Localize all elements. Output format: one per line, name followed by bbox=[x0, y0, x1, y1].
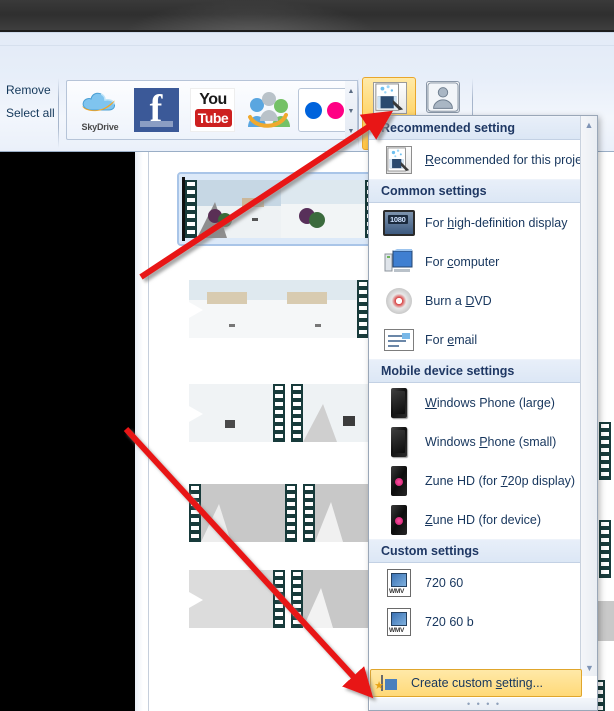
menu-item-label: 720 60 bbox=[425, 575, 464, 590]
clip-selected[interactable] bbox=[177, 172, 382, 246]
menu-item-windows-phone-large[interactable]: Windows Phone (large) bbox=[369, 383, 597, 422]
film-strip-icon bbox=[291, 384, 303, 442]
menu-item-label: For computer bbox=[425, 254, 500, 269]
skydrive-label: SkyDrive bbox=[81, 122, 119, 132]
select-all-button[interactable]: Select all bbox=[0, 102, 58, 125]
hd-badge-1080: 1080 bbox=[388, 214, 408, 224]
window-title-bar bbox=[0, 0, 614, 32]
menu-item-burn-a-dvd[interactable]: Burn a DVD bbox=[369, 281, 597, 320]
menu-item-label: 720 60 b bbox=[425, 614, 474, 629]
clip-thumbnail[interactable] bbox=[201, 484, 285, 542]
wmv-tag: WMV bbox=[389, 587, 404, 595]
menu-item-label: Zune HD (for device) bbox=[425, 512, 542, 527]
share-skydrive-button[interactable]: SkyDrive bbox=[72, 86, 128, 134]
menu-scroll-down-button[interactable]: ▼ bbox=[581, 659, 597, 676]
skydrive-icon: SkyDrive bbox=[74, 88, 126, 132]
recommended-project-icon bbox=[379, 145, 419, 174]
menu-section-header-mobile: Mobile device settings bbox=[369, 359, 597, 383]
clip-thumbnail[interactable] bbox=[189, 570, 273, 628]
ribbon-separator-2 bbox=[358, 78, 359, 148]
menu-item-label: Zune HD (for 720p display) bbox=[425, 473, 576, 488]
menu-item-for-high-definition-display[interactable]: 1080 For high-definition display bbox=[369, 203, 597, 242]
menu-item-720-60-b[interactable]: WMV 720 60 b bbox=[369, 602, 597, 641]
menu-scroll-up-button[interactable]: ▲ bbox=[581, 116, 597, 133]
hd-display-icon: 1080 bbox=[379, 209, 419, 236]
create-custom-setting-button[interactable]: ★ Create custom setting... bbox=[370, 669, 582, 697]
email-icon bbox=[379, 328, 419, 351]
computer-icon bbox=[379, 248, 419, 275]
menu-item-for-email[interactable]: For email bbox=[369, 320, 597, 359]
menu-section-header-custom: Custom settings bbox=[369, 539, 597, 563]
create-custom-setting-icon: ★ bbox=[374, 675, 411, 692]
gallery-scroll-down-button[interactable]: ▼ bbox=[345, 101, 357, 121]
zune-hd-icon bbox=[379, 504, 419, 535]
gallery-scroll-up-button[interactable]: ▲ bbox=[345, 81, 357, 101]
film-strip-icon bbox=[273, 384, 285, 442]
menu-item-zune-hd-device[interactable]: Zune HD (for device) bbox=[369, 500, 597, 539]
menu-item-label: For email bbox=[425, 332, 478, 347]
save-movie-icon bbox=[373, 82, 407, 114]
menu-item-zune-hd-720p[interactable]: Zune HD (for 720p display) bbox=[369, 461, 597, 500]
wmv-file-icon: WMV bbox=[379, 568, 419, 597]
film-strip-icon bbox=[291, 570, 303, 628]
clip-thumbnail[interactable] bbox=[281, 180, 365, 238]
share-flickr-button[interactable] bbox=[296, 86, 352, 134]
save-movie-dropdown-menu[interactable]: Recommended setting Recommended for this… bbox=[368, 115, 598, 711]
youtube-icon: You Tube bbox=[189, 88, 235, 132]
film-strip-icon bbox=[599, 422, 611, 480]
share-gallery-scrollbar[interactable]: ▲ ▼ ▼ bbox=[345, 80, 358, 140]
ribbon-top-rule bbox=[0, 32, 614, 33]
dvd-icon bbox=[379, 287, 419, 314]
ribbon-separator-1 bbox=[58, 78, 59, 148]
youtube-tube-text: Tube bbox=[194, 109, 232, 127]
menu-item-windows-phone-small[interactable]: Windows Phone (small) bbox=[369, 422, 597, 461]
share-groups-button[interactable] bbox=[240, 86, 296, 134]
menu-section-header-recommended: Recommended setting bbox=[369, 116, 597, 140]
clip-thumbnail[interactable] bbox=[197, 180, 281, 238]
zune-hd-icon bbox=[379, 465, 419, 496]
preview-storyboard-divider bbox=[135, 152, 148, 711]
create-custom-setting-label: Create custom setting... bbox=[411, 676, 544, 690]
youtube-you-text: You bbox=[199, 91, 227, 108]
ribbon-tab-band bbox=[0, 45, 614, 46]
film-strip-icon bbox=[273, 570, 285, 628]
menu-item-label: Windows Phone (small) bbox=[425, 434, 557, 449]
menu-item-label: Recommended for this project bbox=[425, 152, 592, 167]
flickr-icon bbox=[298, 88, 350, 132]
menu-item-recommended-for-this-project[interactable]: Recommended for this project bbox=[369, 140, 597, 179]
share-youtube-button[interactable]: You Tube bbox=[184, 86, 240, 134]
menu-item-label: Windows Phone (large) bbox=[425, 395, 555, 410]
clip-thumbnail[interactable] bbox=[189, 384, 273, 442]
film-strip-icon bbox=[285, 484, 297, 542]
menu-item-for-computer[interactable]: For computer bbox=[369, 242, 597, 281]
share-facebook-button[interactable]: f bbox=[128, 86, 184, 134]
video-preview-pane[interactable] bbox=[0, 152, 135, 711]
share-gallery[interactable]: SkyDrive f You Tube bbox=[66, 80, 354, 140]
menu-item-label: For high-definition display bbox=[425, 215, 568, 230]
menu-section-header-common: Common settings bbox=[369, 179, 597, 203]
clip-thumbnail[interactable] bbox=[273, 280, 357, 338]
wmv-file-icon: WMV bbox=[379, 607, 419, 636]
messenger-groups-icon bbox=[242, 89, 294, 131]
menu-resize-grip[interactable]: • • • • bbox=[370, 698, 597, 710]
clip-thumbnail[interactable] bbox=[189, 280, 273, 338]
windows-phone-icon bbox=[379, 387, 419, 418]
menu-scrollbar[interactable]: ▲ ▼ bbox=[580, 116, 597, 676]
film-strip-icon bbox=[303, 484, 315, 542]
windows-phone-icon bbox=[379, 426, 419, 457]
film-strip-icon bbox=[189, 484, 201, 542]
facebook-icon: f bbox=[133, 88, 179, 132]
title-bar-glow bbox=[120, 0, 380, 32]
user-account-icon bbox=[426, 81, 460, 113]
menu-item-720-60[interactable]: WMV 720 60 bbox=[369, 563, 597, 602]
menu-item-label: Burn a DVD bbox=[425, 293, 492, 308]
wmv-tag: WMV bbox=[389, 626, 404, 634]
film-strip-icon bbox=[599, 520, 611, 578]
film-strip-icon bbox=[185, 180, 197, 238]
ribbon-edit-commands: Remove Select all bbox=[0, 79, 58, 125]
gallery-more-button[interactable]: ▼ bbox=[345, 121, 357, 141]
remove-button[interactable]: Remove bbox=[0, 79, 58, 102]
